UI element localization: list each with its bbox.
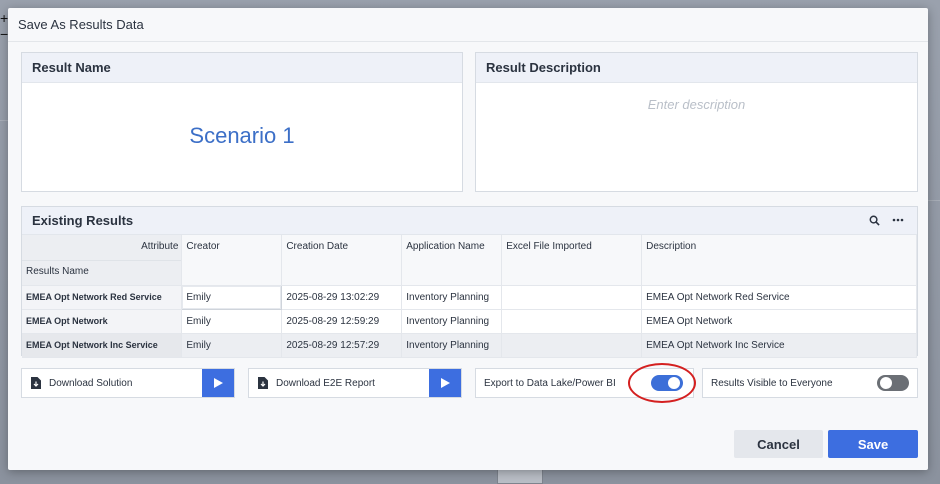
save-results-dialog: Save As Results Data Result Name Scenari… bbox=[8, 8, 928, 470]
table-row[interactable]: EMEA Opt Network Inc Service Emily 2025-… bbox=[22, 333, 917, 358]
creator-cell[interactable]: Emily bbox=[181, 284, 283, 310]
existing-results-panel: Existing Results Attribute Results Name bbox=[21, 206, 918, 358]
creator-cell[interactable]: Emily bbox=[181, 309, 283, 334]
application-name-cell[interactable]: Inventory Planning bbox=[401, 333, 503, 358]
application-name-cell[interactable]: Inventory Planning bbox=[401, 285, 503, 310]
download-solution-control: Download Solution bbox=[21, 368, 235, 398]
result-description-panel: Result Description Enter description bbox=[475, 52, 918, 192]
download-e2e-report-button[interactable] bbox=[429, 369, 461, 397]
map-zoom-icon[interactable]: + − bbox=[0, 10, 8, 50]
download-solution-button[interactable] bbox=[202, 369, 234, 397]
excel-file-cell[interactable] bbox=[501, 333, 643, 358]
search-icon[interactable] bbox=[867, 213, 881, 227]
excel-file-cell[interactable] bbox=[501, 309, 643, 334]
column-header-application-name[interactable]: Application Name bbox=[401, 235, 503, 286]
results-visible-label: Results Visible to Everyone bbox=[711, 377, 833, 389]
result-name-panel: Result Name Scenario 1 bbox=[21, 52, 463, 192]
export-data-lake-label: Export to Data Lake/Power BI bbox=[484, 377, 616, 389]
backdrop-line bbox=[928, 200, 940, 201]
column-header-excel-file-imported[interactable]: Excel File Imported bbox=[501, 235, 643, 286]
play-icon bbox=[440, 378, 450, 388]
cancel-button[interactable]: Cancel bbox=[734, 430, 823, 458]
existing-results-table: Attribute Results Name Creator Creation … bbox=[22, 235, 917, 358]
download-solution-label: Download Solution bbox=[49, 377, 133, 389]
attribute-header-cell: Attribute Results Name bbox=[22, 235, 183, 286]
more-options-icon[interactable] bbox=[891, 213, 905, 227]
backdrop-line bbox=[0, 120, 8, 121]
table-row[interactable]: EMEA Opt Network Emily 2025-08-29 12:59:… bbox=[22, 309, 917, 334]
results-name-label: Results Name bbox=[26, 266, 89, 277]
description-cell[interactable]: EMEA Opt Network Red Service bbox=[641, 285, 917, 310]
column-header-creator[interactable]: Creator bbox=[181, 235, 283, 286]
result-name-input[interactable]: Scenario 1 bbox=[22, 123, 462, 149]
results-visible-control: Results Visible to Everyone bbox=[702, 368, 918, 398]
download-e2e-report-control: Download E2E Report bbox=[248, 368, 462, 398]
creation-date-cell[interactable]: 2025-08-29 12:57:29 bbox=[281, 333, 403, 358]
description-cell[interactable]: EMEA Opt Network bbox=[641, 309, 917, 334]
divider bbox=[8, 41, 928, 42]
document-download-icon bbox=[258, 377, 268, 389]
description-cell[interactable]: EMEA Opt Network Inc Service bbox=[641, 333, 917, 358]
column-header-description[interactable]: Description bbox=[641, 235, 917, 286]
existing-results-header: Existing Results bbox=[22, 207, 917, 235]
results-visible-toggle[interactable] bbox=[877, 375, 909, 391]
creator-cell[interactable]: Emily bbox=[181, 333, 283, 358]
download-e2e-report-label: Download E2E Report bbox=[276, 377, 375, 389]
attribute-label: Attribute bbox=[141, 241, 179, 252]
document-download-icon bbox=[31, 377, 41, 389]
dialog-title: Save As Results Data bbox=[18, 17, 144, 32]
play-icon bbox=[213, 378, 223, 388]
result-name-header: Result Name bbox=[22, 53, 462, 83]
row-name-cell[interactable]: EMEA Opt Network Inc Service bbox=[22, 333, 183, 358]
row-name-cell[interactable]: EMEA Opt Network bbox=[22, 309, 183, 334]
save-button[interactable]: Save bbox=[828, 430, 918, 458]
highlight-annotation-circle bbox=[628, 363, 696, 403]
creation-date-cell[interactable]: 2025-08-29 12:59:29 bbox=[281, 309, 403, 334]
result-description-header: Result Description bbox=[476, 53, 917, 83]
backdrop-widget bbox=[497, 468, 543, 484]
application-name-cell[interactable]: Inventory Planning bbox=[401, 309, 503, 334]
creation-date-cell[interactable]: 2025-08-29 13:02:29 bbox=[281, 285, 403, 310]
excel-file-cell[interactable] bbox=[501, 285, 643, 310]
table-row[interactable]: EMEA Opt Network Red Service Emily 2025-… bbox=[22, 284, 917, 310]
row-name-cell[interactable]: EMEA Opt Network Red Service bbox=[22, 285, 183, 310]
column-header-creation-date[interactable]: Creation Date bbox=[281, 235, 403, 286]
result-description-input[interactable]: Enter description bbox=[476, 97, 917, 112]
